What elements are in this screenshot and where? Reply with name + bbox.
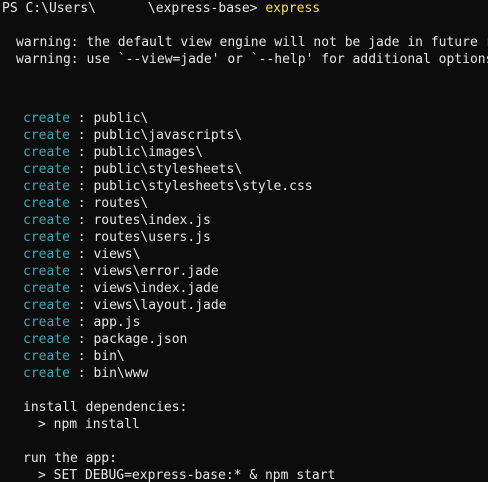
created-path: routes\users.js	[93, 230, 211, 245]
created-path: public\stylesheets\	[93, 162, 243, 177]
install-command: > npm install	[38, 417, 140, 432]
create-separator: :	[69, 162, 94, 177]
create-line: create : public\	[0, 110, 488, 127]
create-label: create	[23, 281, 70, 296]
create-label: create	[23, 298, 70, 313]
created-path: routes\index.js	[93, 213, 211, 228]
create-separator: :	[69, 128, 94, 143]
create-separator: :	[69, 111, 94, 126]
create-separator: :	[69, 281, 94, 296]
prompt-prefix: PS C:\Users\	[2, 1, 96, 16]
create-separator: :	[69, 315, 94, 330]
create-line: create : bin\	[0, 348, 488, 365]
create-line: create : public\stylesheets\style.css	[0, 178, 488, 195]
create-line: create : bin\www	[0, 365, 488, 382]
create-separator: :	[69, 145, 94, 160]
create-label: create	[23, 213, 70, 228]
create-separator: :	[69, 179, 94, 194]
create-separator: :	[69, 213, 94, 228]
typed-command: express	[265, 1, 321, 16]
create-separator: :	[69, 247, 94, 262]
create-label: create	[23, 315, 70, 330]
create-label: create	[23, 128, 70, 143]
created-path: public\javascripts\	[93, 128, 243, 143]
warning-line: warning: the default view engine will no…	[16, 35, 488, 50]
create-label: create	[23, 230, 70, 245]
create-separator: :	[69, 230, 94, 245]
created-path: views\error.jade	[93, 264, 219, 279]
created-path: package.json	[93, 332, 188, 347]
prompt-line: PS C:\Users\ \express-base> express	[0, 0, 488, 17]
create-line: create : public\images\	[0, 144, 488, 161]
created-path: bin\	[93, 349, 125, 364]
create-line: create : public\javascripts\	[0, 127, 488, 144]
create-separator: :	[69, 349, 94, 364]
create-line: create : routes\index.js	[0, 212, 488, 229]
create-label: create	[23, 366, 70, 381]
create-label: create	[23, 247, 70, 262]
create-line: create : public\stylesheets\	[0, 161, 488, 178]
create-separator: :	[69, 298, 94, 313]
run-heading: run the app:	[23, 451, 117, 466]
create-separator: :	[69, 264, 94, 279]
create-label: create	[23, 145, 70, 160]
created-path: views\	[93, 247, 141, 262]
create-separator: :	[69, 332, 94, 347]
created-path: public\stylesheets\style.css	[93, 179, 313, 194]
create-separator: :	[69, 366, 94, 381]
terminal-window[interactable]: PS C:\Users\ \express-base> express warni…	[0, 0, 488, 482]
create-line: create : views\	[0, 246, 488, 263]
created-path: public\	[93, 111, 149, 126]
create-label: create	[23, 196, 70, 211]
created-path: views\index.jade	[93, 281, 219, 296]
create-line: create : app.js	[0, 314, 488, 331]
created-path: app.js	[93, 315, 141, 330]
create-label: create	[23, 332, 70, 347]
create-label: create	[23, 349, 70, 364]
created-files-list: create : public\ create : public\javascri…	[0, 110, 488, 382]
created-path: public\images\	[93, 145, 204, 160]
create-line: create : routes\users.js	[0, 229, 488, 246]
create-line: create : views\error.jade	[0, 263, 488, 280]
create-line: create : routes\	[0, 195, 488, 212]
created-path: routes\	[93, 196, 149, 211]
create-line: create : package.json	[0, 331, 488, 348]
install-heading: install dependencies:	[23, 400, 188, 415]
create-line: create : views\layout.jade	[0, 297, 488, 314]
create-label: create	[23, 111, 70, 126]
warning-line: warning: use `--view=jade' or `--help' f…	[16, 52, 488, 67]
create-separator: :	[69, 196, 94, 211]
created-path: views\layout.jade	[93, 298, 227, 313]
prompt-suffix: \express-base>	[147, 1, 258, 16]
create-label: create	[23, 179, 70, 194]
created-path: bin\www	[93, 366, 149, 381]
run-command: > SET DEBUG=express-base:* & npm start	[38, 468, 336, 482]
create-label: create	[23, 162, 70, 177]
create-label: create	[23, 264, 70, 279]
create-line: create : views\index.jade	[0, 280, 488, 297]
